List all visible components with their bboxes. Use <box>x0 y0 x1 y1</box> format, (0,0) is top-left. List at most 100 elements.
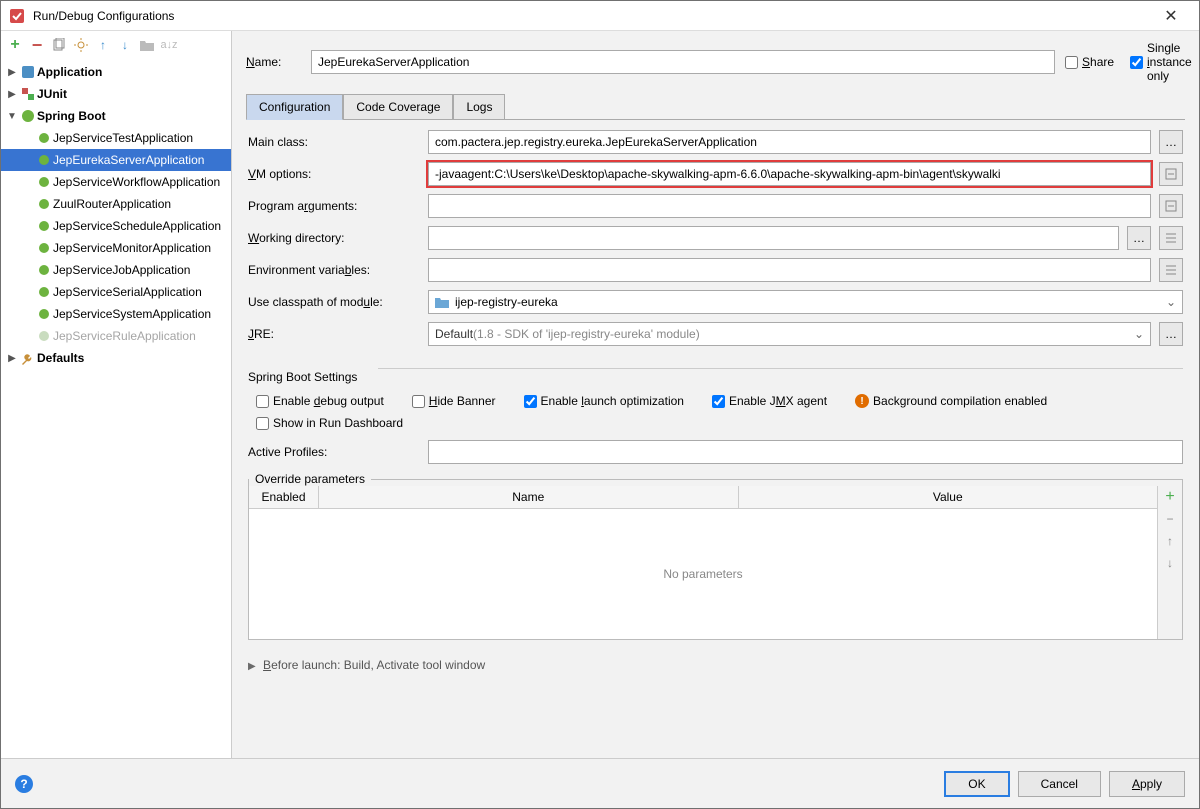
active-profiles-input[interactable] <box>428 440 1183 464</box>
add-param-button[interactable]: + <box>1158 486 1182 508</box>
env-vars-label: Environment variables: <box>248 263 420 277</box>
wd-list-button[interactable] <box>1159 226 1183 250</box>
override-legend: Override parameters <box>249 472 371 486</box>
help-button[interactable]: ? <box>15 775 33 793</box>
tab-configuration[interactable]: Configuration <box>246 94 343 120</box>
chevron-down-icon: ⌄ <box>1134 327 1144 341</box>
tree-item-disabled[interactable]: JepServiceRuleApplication <box>1 325 231 347</box>
chevron-right-icon: ▶ <box>5 67 19 78</box>
up-param-button[interactable]: ↑ <box>1158 530 1182 552</box>
tab-logs[interactable]: Logs <box>453 94 505 120</box>
spring-icon <box>35 218 53 234</box>
copy-icon[interactable] <box>51 37 67 53</box>
cancel-button[interactable]: Cancel <box>1018 771 1101 797</box>
env-list-button[interactable] <box>1159 258 1183 282</box>
spring-icon <box>35 284 53 300</box>
before-launch-toggle[interactable]: ▶ Before launch: Build, Activate tool wi… <box>248 658 1183 672</box>
spring-icon <box>35 196 53 212</box>
tree-item[interactable]: JepServiceSystemApplication <box>1 303 231 325</box>
tree-item[interactable]: JepServiceScheduleApplication <box>1 215 231 237</box>
browse-jre-button[interactable]: … <box>1159 322 1183 346</box>
main-class-label: Main class: <box>248 135 420 149</box>
tree-item[interactable]: JepServiceSerialApplication <box>1 281 231 303</box>
program-args-input[interactable] <box>428 194 1151 218</box>
expand-vm-button[interactable] <box>1159 162 1183 186</box>
browse-wd-button[interactable]: … <box>1127 226 1151 250</box>
ucom-select[interactable]: ijep-registry-eureka ⌄ <box>428 290 1183 314</box>
close-window-button[interactable]: ✕ <box>1151 2 1191 30</box>
hide-banner-checkbox[interactable]: Hide Banner <box>412 394 496 408</box>
spring-icon <box>35 262 53 278</box>
spring-icon <box>35 152 53 168</box>
vm-options-input[interactable] <box>428 162 1151 186</box>
chevron-right-icon: ▶ <box>248 661 256 672</box>
jre-select[interactable]: Default (1.8 - SDK of 'ijep-registry-eur… <box>428 322 1151 346</box>
tree-defaults[interactable]: ▶ Defaults <box>1 347 231 369</box>
tree-junit[interactable]: ▶ JUnit <box>1 83 231 105</box>
tree-item[interactable]: JepServiceWorkflowApplication <box>1 171 231 193</box>
titlebar: Run/Debug Configurations ✕ <box>1 1 1199 31</box>
spring-icon <box>35 328 53 344</box>
spring-icon <box>35 130 53 146</box>
spring-icon <box>35 240 53 256</box>
name-label: Name: <box>246 55 301 69</box>
down-icon[interactable]: ↓ <box>117 37 133 53</box>
spring-icon <box>35 174 53 190</box>
sidebar: + − ↑ ↓ a↓z ▶ Application ▶ JUnit <box>1 31 232 758</box>
module-icon <box>435 296 449 308</box>
tree-item[interactable]: JepServiceMonitorApplication <box>1 237 231 259</box>
tree-item[interactable]: JepServiceJobApplication <box>1 259 231 281</box>
enable-debug-checkbox[interactable]: Enable debug output <box>256 394 384 408</box>
sort-icon[interactable]: a↓z <box>161 37 177 53</box>
expand-args-button[interactable] <box>1159 194 1183 218</box>
tree-item-selected[interactable]: JepEurekaServerApplication <box>1 149 231 171</box>
wrench-icon <box>19 350 37 366</box>
chevron-right-icon: ▶ <box>5 89 19 100</box>
tree-springboot[interactable]: ▼ Spring Boot <box>1 105 231 127</box>
env-vars-input[interactable] <box>428 258 1151 282</box>
apply-button[interactable]: Apply <box>1109 771 1185 797</box>
bgc-status: ! Background compilation enabled <box>855 394 1047 408</box>
tree-application[interactable]: ▶ Application <box>1 61 231 83</box>
active-profiles-label: Active Profiles: <box>248 445 420 459</box>
dialog-footer: ? OK Cancel Apply <box>1 758 1199 808</box>
tab-coverage[interactable]: Code Coverage <box>343 94 453 120</box>
up-icon[interactable]: ↑ <box>95 37 111 53</box>
show-dashboard-checkbox[interactable]: Show in Run Dashboard <box>256 416 403 430</box>
app-icon <box>9 8 25 24</box>
vm-options-label: VM options: <box>248 167 420 181</box>
share-checkbox[interactable]: Share <box>1065 55 1120 69</box>
window-title: Run/Debug Configurations <box>33 9 1151 23</box>
browse-main-class-button[interactable]: … <box>1159 130 1183 154</box>
ok-button[interactable]: OK <box>944 771 1009 797</box>
tree-item[interactable]: JepServiceTestApplication <box>1 127 231 149</box>
spring-icon <box>35 306 53 322</box>
enable-jmx-checkbox[interactable]: Enable JMX agent <box>712 394 827 408</box>
working-dir-input[interactable] <box>428 226 1119 250</box>
tree-item[interactable]: ZuulRouterApplication <box>1 193 231 215</box>
main-class-input[interactable] <box>428 130 1151 154</box>
override-params: Override parameters Enabled Name Value N… <box>248 472 1183 640</box>
remove-icon[interactable]: − <box>29 37 45 53</box>
folder-icon[interactable] <box>139 37 155 53</box>
main-panel: Name: Share Single instance only Configu… <box>232 31 1199 758</box>
config-tree: ▶ Application ▶ JUnit ▼ Spring Boot JepS… <box>1 57 231 758</box>
sidebar-toolbar: + − ↑ ↓ a↓z <box>1 31 231 57</box>
junit-icon <box>19 86 37 102</box>
override-header: Enabled Name Value <box>249 486 1157 509</box>
ucom-label: Use classpath of module: <box>248 295 420 309</box>
add-icon[interactable]: + <box>7 37 23 53</box>
remove-param-button[interactable]: − <box>1158 508 1182 530</box>
down-param-button[interactable]: ↓ <box>1158 552 1182 574</box>
warning-icon: ! <box>855 394 869 408</box>
application-icon <box>19 64 37 80</box>
enable-launch-opt-checkbox[interactable]: Enable launch optimization <box>524 394 684 408</box>
chevron-down-icon: ▼ <box>5 111 19 122</box>
spring-icon <box>19 108 37 124</box>
settings-icon[interactable] <box>73 37 89 53</box>
single-instance-checkbox[interactable]: Single instance only <box>1130 41 1185 83</box>
override-body: No parameters <box>249 509 1157 639</box>
chevron-right-icon: ▶ <box>5 353 19 364</box>
name-input[interactable] <box>311 50 1055 74</box>
chevron-down-icon: ⌄ <box>1166 295 1176 309</box>
